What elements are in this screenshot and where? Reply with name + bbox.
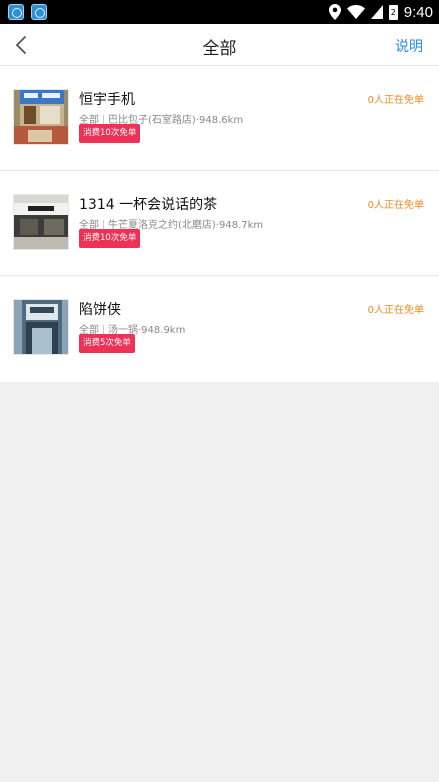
location-icon xyxy=(328,4,341,20)
shop-list: 恒宇手机 全部 巴比包子(石室路店)·948.6km 消费10次免单 0人正在免单… xyxy=(0,66,439,382)
shop-item[interactable]: 恒宇手机 全部 巴比包子(石室路店)·948.6km 消费10次免单 0人正在免单 xyxy=(0,66,439,171)
divider xyxy=(103,220,104,229)
app-icon-1 xyxy=(8,4,24,20)
free-count: 0人正在免单 xyxy=(367,305,424,316)
shop-item[interactable]: 1314 一杯会说话的茶 全部 牛芒夏洛克之约(北磨店)·948.7km 消费10… xyxy=(0,171,439,276)
help-button[interactable]: 说明 xyxy=(395,36,423,56)
clock: 9:40 xyxy=(403,3,433,21)
shop-item[interactable]: 陷饼侠 全部 汤一锅·948.9km 消费5次免单 0人正在免单 xyxy=(0,276,439,382)
shop-photo xyxy=(13,299,69,355)
shop-distance: ·948.9km xyxy=(138,325,186,336)
battery-icon: 2 xyxy=(388,4,398,20)
shop-name: 陷饼侠 xyxy=(79,302,121,318)
free-count: 0人正在免单 xyxy=(367,95,424,106)
divider xyxy=(103,115,104,124)
battery-label: 2 xyxy=(390,7,396,17)
free-order-badge: 消费5次免单 xyxy=(79,334,135,353)
page-title: 全部 xyxy=(202,39,237,59)
shop-name: 1314 一杯会说话的茶 xyxy=(79,197,218,213)
shop-photo xyxy=(13,89,69,145)
free-order-badge: 消费10次免单 xyxy=(79,229,141,248)
status-icons: 2 9:40 xyxy=(328,2,433,22)
shop-distance: ·948.7km xyxy=(215,220,264,231)
status-bar: 2 9:40 xyxy=(0,0,439,24)
free-count: 0人正在免单 xyxy=(367,200,424,211)
divider xyxy=(103,325,104,334)
shop-distance: ·948.6km xyxy=(195,115,244,126)
shop-name: 恒宇手机 xyxy=(79,92,135,108)
header: 全部 说明 xyxy=(0,24,439,66)
app-icon-2 xyxy=(31,4,47,20)
signal-icon xyxy=(370,5,383,19)
shop-photo xyxy=(13,194,69,250)
free-order-badge: 消费10次免单 xyxy=(79,124,141,143)
wifi-icon xyxy=(346,5,365,19)
